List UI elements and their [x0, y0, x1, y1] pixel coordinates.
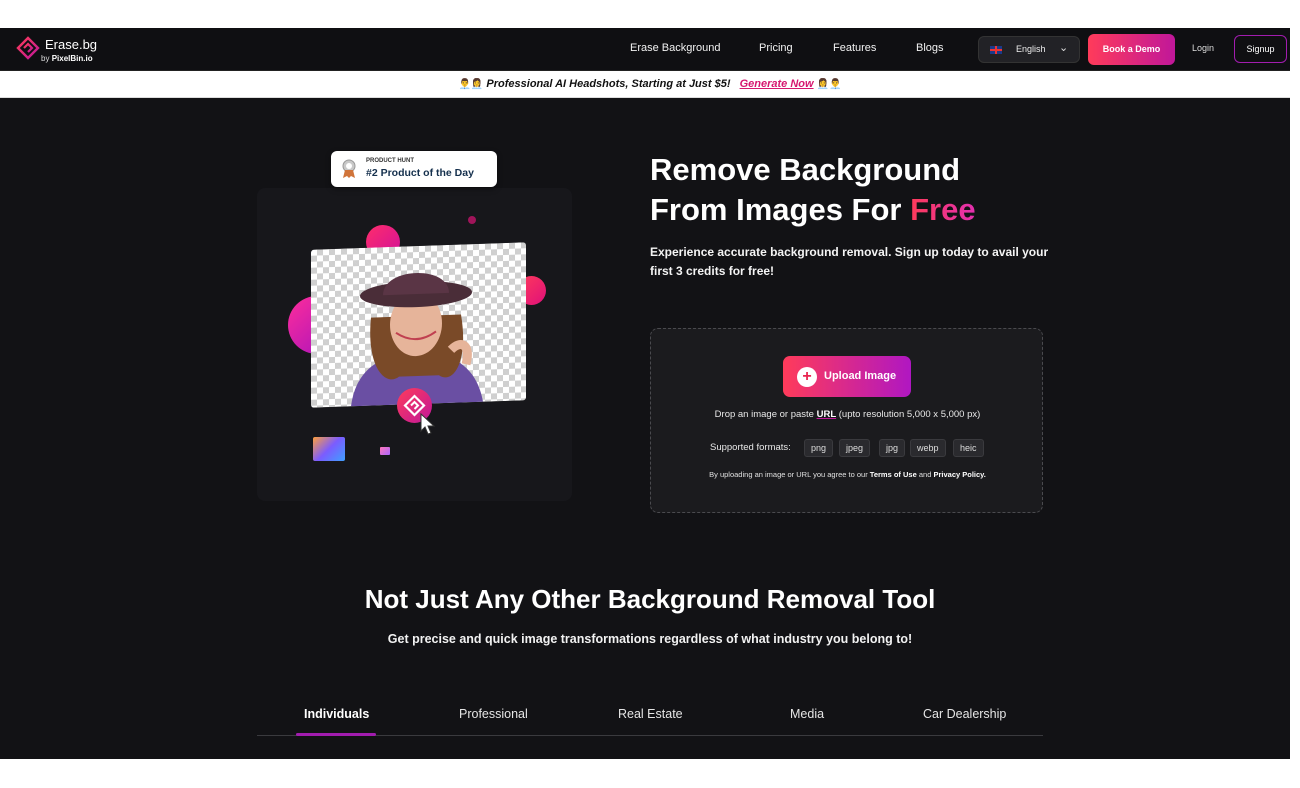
- hero-title: Remove Background From Images For Free: [650, 152, 976, 227]
- promo-banner: 👨‍💼👩‍💼 Professional AI Headshots, Starti…: [0, 71, 1300, 98]
- section-title: Not Just Any Other Background Removal To…: [364, 584, 936, 614]
- signup-button[interactable]: Signup: [1234, 35, 1287, 63]
- headshot-emoji-right: 👩‍💼👨‍💼: [816, 79, 842, 90]
- sample-thumbnail-small[interactable]: [380, 447, 390, 455]
- tab-media[interactable]: Media: [790, 707, 824, 721]
- product-hunt-badge[interactable]: PRODUCT HUNT #2 Product of the Day: [331, 151, 497, 187]
- format-tag: jpeg: [839, 439, 871, 457]
- industry-tabs: Individuals Professional Real Estate Med…: [257, 703, 1043, 736]
- promo-text: Professional AI Headshots, Starting at J…: [486, 78, 731, 90]
- brand-logo[interactable]: Erase.bg by PixelBin.io: [16, 35, 116, 65]
- nav-link-features[interactable]: Features: [833, 42, 876, 54]
- drop-instructions: Drop an image or paste URL (upto resolut…: [714, 409, 981, 420]
- login-button[interactable]: Login: [1192, 43, 1214, 53]
- nav-link-erase-background[interactable]: Erase Background: [630, 42, 721, 54]
- formats-label: Supported formats:: [710, 442, 791, 453]
- tab-individuals[interactable]: Individuals: [304, 707, 369, 721]
- brand-title: Erase.bg: [45, 37, 98, 52]
- book-demo-button[interactable]: Book a Demo: [1088, 34, 1175, 65]
- woman-with-hat-image: [351, 273, 483, 407]
- headshot-emoji-left: 👨‍💼👩‍💼: [458, 79, 484, 90]
- tab-real-estate[interactable]: Real Estate: [618, 707, 683, 721]
- terms-notice: By uploading an image or URL you agree t…: [709, 470, 986, 479]
- plus-icon: +: [797, 367, 817, 387]
- sample-thumbnail[interactable]: [313, 437, 345, 461]
- nav-link-blogs[interactable]: Blogs: [916, 42, 944, 54]
- upload-image-button[interactable]: + Upload Image: [783, 356, 911, 397]
- hero-title-free: Free: [910, 192, 976, 227]
- format-tag: webp: [910, 439, 946, 457]
- language-label: English: [1016, 44, 1046, 54]
- tab-car-dealership[interactable]: Car Dealership: [923, 707, 1006, 721]
- promo-content: 👨‍💼👩‍💼 Professional AI Headshots, Starti…: [0, 78, 1300, 90]
- uk-flag-icon: [990, 46, 1002, 54]
- privacy-policy-link[interactable]: Privacy Policy.: [933, 470, 985, 479]
- page-viewport: Erase.bg by PixelBin.io Erase Background…: [0, 28, 1300, 759]
- nav-link-pricing[interactable]: Pricing: [759, 42, 793, 54]
- supported-formats: Supported formats: png jpeg jpg webp hei…: [710, 439, 1040, 457]
- section-subtitle: Get precise and quick image transformati…: [387, 632, 913, 646]
- upload-image-label: Upload Image: [824, 370, 897, 382]
- tab-professional[interactable]: Professional: [459, 707, 528, 721]
- language-selector[interactable]: English ⌄: [978, 36, 1080, 63]
- upload-dropzone[interactable]: + Upload Image Drop an image or paste UR…: [650, 328, 1043, 513]
- format-tag: heic: [953, 439, 984, 457]
- decor-dot: [468, 216, 476, 224]
- paste-url-link[interactable]: URL: [817, 409, 837, 420]
- generate-now-link[interactable]: Generate Now: [740, 78, 814, 90]
- format-tag: png: [804, 439, 834, 457]
- product-hunt-rank: #2 Product of the Day: [366, 167, 474, 179]
- product-hunt-label: PRODUCT HUNT: [366, 158, 414, 164]
- scrollbar-gutter: [1290, 28, 1300, 759]
- hero-subtitle: Experience accurate background removal. …: [650, 245, 1049, 278]
- top-navbar: Erase.bg by PixelBin.io Erase Background…: [0, 28, 1290, 71]
- medal-icon: [342, 159, 356, 178]
- transparent-preview: [311, 242, 526, 408]
- cursor-pointer-icon: [420, 413, 436, 435]
- terms-of-use-link[interactable]: Terms of Use: [870, 470, 917, 479]
- chevron-down-icon: ⌄: [1059, 42, 1069, 54]
- format-tag: jpg: [879, 439, 906, 457]
- active-tab-indicator: [296, 733, 376, 736]
- brand-subtitle: by PixelBin.io: [41, 54, 93, 63]
- erase-logo-icon: [16, 36, 40, 60]
